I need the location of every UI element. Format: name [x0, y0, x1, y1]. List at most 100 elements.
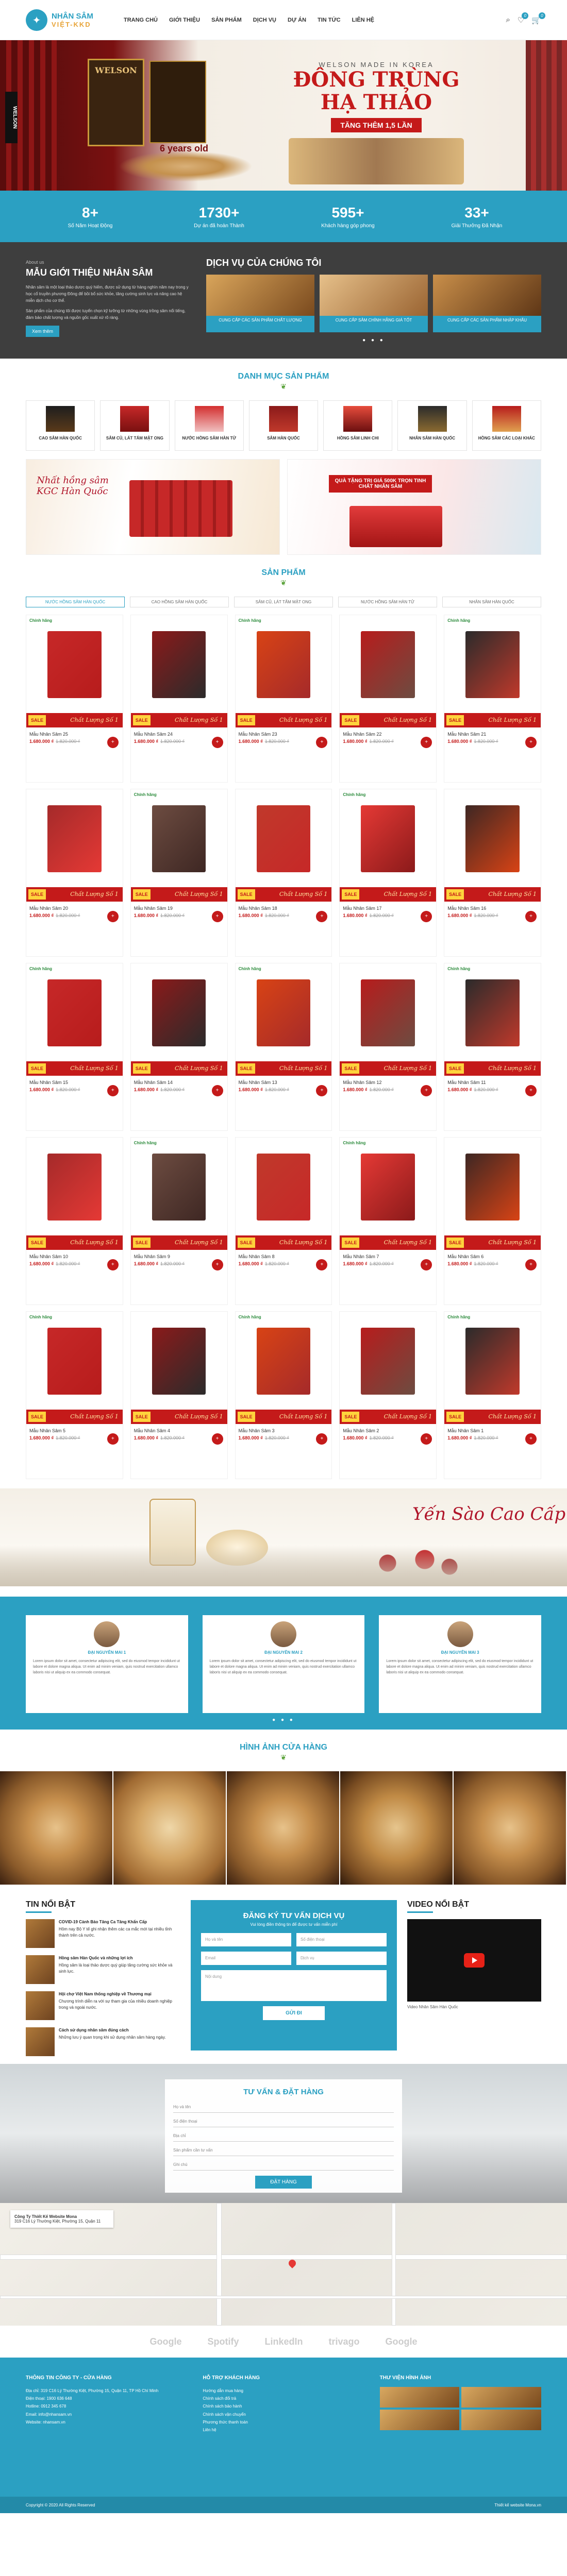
add-to-cart-icon[interactable]: + [421, 737, 432, 748]
wishlist-icon[interactable]: ♡ 0 [518, 12, 529, 25]
news-item[interactable]: COVID-19 Cảnh Báo Tăng Ca Tăng Khẩn Cấp H… [26, 1919, 180, 1948]
product-card[interactable]: Chính hãng Chất Lượng Số 1 SALE Mẫu Nhân Sâ… [130, 789, 228, 957]
add-to-cart-icon[interactable]: + [525, 911, 537, 922]
footer-gallery-image[interactable] [379, 2410, 460, 2430]
category-item[interactable]: HỒNG SÂM LINH CHI [323, 400, 393, 451]
product-name[interactable]: Mẫu Nhân Sâm 6 [444, 1250, 541, 1261]
add-to-cart-icon[interactable]: + [525, 1085, 537, 1096]
product-tab[interactable]: SÂM CỦ, LÁT TẨM MẬT ONG [234, 597, 333, 607]
promo-banner-left[interactable]: Nhất hồng sâm KGC Hàn Quốc [26, 459, 280, 555]
location-map[interactable]: Công Ty Thiết Kế Website Mona 319 C16 Lý … [0, 2203, 567, 2326]
product-image[interactable]: Chính hãng Chất Lượng Số 1 SALE [235, 1312, 332, 1424]
product-card[interactable]: Chất Lượng Số 1 SALE Mẫu Nhân Sâm 18 1.680.… [235, 789, 332, 957]
product-card[interactable]: Chính hãng Chất Lượng Số 1 SALE Mẫu Nhân Sâ… [444, 615, 541, 783]
partner-logo[interactable]: LinkedIn [264, 2336, 303, 2347]
product-image[interactable]: Chất Lượng Số 1 SALE [26, 789, 123, 902]
footer-gallery-image[interactable] [461, 2387, 541, 2408]
product-card[interactable]: Chất Lượng Số 1 SALE Mẫu Nhân Sâm 22 1.680.… [339, 615, 437, 783]
promo-banner-right[interactable]: QUÀ TẶNG TRỊ GIÁ 500K TRỌN TINH CHẤT NHÂ… [287, 459, 541, 555]
product-card[interactable]: Chính hãng Chất Lượng Số 1 SALE Mẫu Nhân Sâ… [444, 1311, 541, 1479]
nav-projects[interactable]: DỰ ÁN [288, 17, 306, 23]
search-icon[interactable]: ⌕ [506, 15, 510, 25]
video-player[interactable] [407, 1919, 541, 2002]
product-image[interactable]: Chất Lượng Số 1 SALE [340, 963, 437, 1076]
product-card[interactable]: Chất Lượng Số 1 SALE Mẫu Nhân Sâm 12 1.680.… [339, 963, 437, 1131]
add-to-cart-icon[interactable]: + [107, 911, 119, 922]
product-card[interactable]: Chất Lượng Số 1 SALE Mẫu Nhân Sâm 10 1.680.… [26, 1137, 123, 1305]
product-image[interactable]: Chính hãng Chất Lượng Số 1 SALE [130, 1138, 227, 1250]
bird-nest-banner[interactable]: Yến Sào Cao Cấp [0, 1488, 567, 1586]
partner-logo[interactable]: trivago [329, 2336, 360, 2347]
footer-gallery-image[interactable] [461, 2410, 541, 2430]
product-image[interactable]: Chất Lượng Số 1 SALE [444, 1138, 541, 1250]
product-image[interactable]: Chính hãng Chất Lượng Số 1 SALE [26, 1312, 123, 1424]
nav-home[interactable]: TRANG CHỦ [124, 17, 158, 23]
consult-product-field[interactable]: Sản phẩm cần tư vấn [173, 2145, 394, 2156]
phone-field[interactable]: Số điện thoại [296, 1933, 387, 1946]
product-image[interactable]: Chất Lượng Số 1 SALE [235, 789, 332, 902]
product-card[interactable]: Chất Lượng Số 1 SALE Mẫu Nhân Sâm 4 1.680.0… [130, 1311, 228, 1479]
product-image[interactable]: Chính hãng Chất Lượng Số 1 SALE [444, 1312, 541, 1424]
product-name[interactable]: Mẫu Nhân Sâm 18 [236, 902, 332, 913]
partner-logo[interactable]: Spotify [207, 2336, 239, 2347]
add-to-cart-icon[interactable]: + [316, 1433, 328, 1445]
carousel-dots[interactable]: ● ● ● [206, 337, 541, 343]
add-to-cart-icon[interactable]: + [211, 737, 223, 748]
category-item[interactable]: NƯỚC HỒNG SÂM HÀN TỬ [174, 400, 244, 451]
gallery-image[interactable] [454, 1771, 567, 1885]
news-item[interactable]: Hội chợ Việt Nam thống nghiệp về Thương … [26, 1991, 180, 2020]
product-name[interactable]: Mẫu Nhân Sâm 3 [236, 1424, 332, 1435]
logo[interactable]: ✦ NHÂN SÂM VIỆT-KKD [26, 9, 103, 31]
gallery-image[interactable] [340, 1771, 454, 1885]
add-to-cart-icon[interactable]: + [525, 737, 537, 748]
product-image[interactable]: Chất Lượng Số 1 SALE [340, 1312, 437, 1424]
product-name[interactable]: Mẫu Nhân Sâm 9 [131, 1250, 227, 1261]
product-name[interactable]: Mẫu Nhân Sâm 12 [340, 1076, 436, 1087]
add-to-cart-icon[interactable]: + [107, 1085, 119, 1096]
product-tab[interactable]: NƯỚC HỒNG SÂM HÀN QUỐC [26, 597, 125, 607]
product-image[interactable]: Chính hãng Chất Lượng Số 1 SALE [235, 615, 332, 727]
product-card[interactable]: Chất Lượng Số 1 SALE Mẫu Nhân Sâm 20 1.680.… [26, 789, 123, 957]
product-card[interactable]: Chất Lượng Số 1 SALE Mẫu Nhân Sâm 24 1.680.… [130, 615, 228, 783]
product-card[interactable]: Chính hãng Chất Lượng Số 1 SALE Mẫu Nhân Sâ… [26, 963, 123, 1131]
add-to-cart-icon[interactable]: + [316, 1259, 328, 1270]
add-to-cart-icon[interactable]: + [107, 1433, 119, 1445]
footer-link[interactable]: Hướng dẫn mua hàng [203, 2387, 364, 2395]
category-item[interactable]: SÂM HÀN QUỐC [248, 400, 319, 451]
product-image[interactable]: Chính hãng Chất Lượng Số 1 SALE [235, 963, 332, 1076]
product-image[interactable]: Chất Lượng Số 1 SALE [340, 615, 437, 727]
product-name[interactable]: Mẫu Nhân Sâm 7 [340, 1250, 436, 1261]
product-tab[interactable]: NHÂN SÂM HÀN QUỐC [442, 597, 541, 607]
cart-icon[interactable]: 🛒 0 [531, 12, 545, 25]
product-image[interactable]: Chính hãng Chất Lượng Số 1 SALE [26, 963, 123, 1076]
product-card[interactable]: Chính hãng Chất Lượng Số 1 SALE Mẫu Nhân Sâ… [339, 1137, 437, 1305]
product-card[interactable]: Chất Lượng Số 1 SALE Mẫu Nhân Sâm 6 1.680.0… [444, 1137, 541, 1305]
nav-news[interactable]: TIN TỨC [318, 17, 341, 23]
product-card[interactable]: Chất Lượng Số 1 SALE Mẫu Nhân Sâm 16 1.680.… [444, 789, 541, 957]
partner-logo[interactable]: Google [386, 2336, 418, 2347]
add-to-cart-icon[interactable]: + [107, 1259, 119, 1270]
product-name[interactable]: Mẫu Nhân Sâm 24 [131, 727, 227, 739]
product-name[interactable]: Mẫu Nhân Sâm 4 [131, 1424, 227, 1435]
product-card[interactable]: Chính hãng Chất Lượng Số 1 SALE Mẫu Nhân Sâ… [444, 963, 541, 1131]
product-image[interactable]: Chính hãng Chất Lượng Số 1 SALE [340, 1138, 437, 1250]
category-item[interactable]: HỒNG SÂM CÁC LOẠI KHÁC [472, 400, 541, 451]
product-image[interactable]: Chính hãng Chất Lượng Số 1 SALE [26, 615, 123, 727]
consult-address-field[interactable]: Địa chỉ [173, 2130, 394, 2142]
footer-link[interactable]: Chính sách đổi trả [203, 2395, 364, 2402]
consult-name-field[interactable]: Họ và tên [173, 2102, 394, 2113]
hero-banner[interactable]: WELSON WELSON 6 years old WELSON MADE IN… [0, 40, 567, 191]
product-tab[interactable]: NƯỚC HỒNG SÂM HÀN TỬ [338, 597, 437, 607]
nav-products[interactable]: SẢN PHẨM [211, 17, 242, 23]
add-to-cart-icon[interactable]: + [211, 1085, 223, 1096]
add-to-cart-icon[interactable]: + [316, 737, 328, 748]
product-image[interactable]: Chất Lượng Số 1 SALE [130, 963, 227, 1076]
product-name[interactable]: Mẫu Nhân Sâm 11 [444, 1076, 541, 1087]
service-card[interactable]: CUNG CẤP SÂM CHÍNH HÃNG GIÁ TỐT [320, 275, 428, 332]
product-name[interactable]: Mẫu Nhân Sâm 14 [131, 1076, 227, 1087]
product-name[interactable]: Mẫu Nhân Sâm 16 [444, 902, 541, 913]
product-card[interactable]: Chính hãng Chất Lượng Số 1 SALE Mẫu Nhân Sâ… [26, 1311, 123, 1479]
product-card[interactable]: Chính hãng Chất Lượng Số 1 SALE Mẫu Nhân Sâ… [235, 615, 332, 783]
service-card[interactable]: CUNG CẤP CÁC SẢN PHẨM NHẬP KHẨU [433, 275, 541, 332]
footer-link[interactable]: Liên hệ [203, 2426, 364, 2434]
